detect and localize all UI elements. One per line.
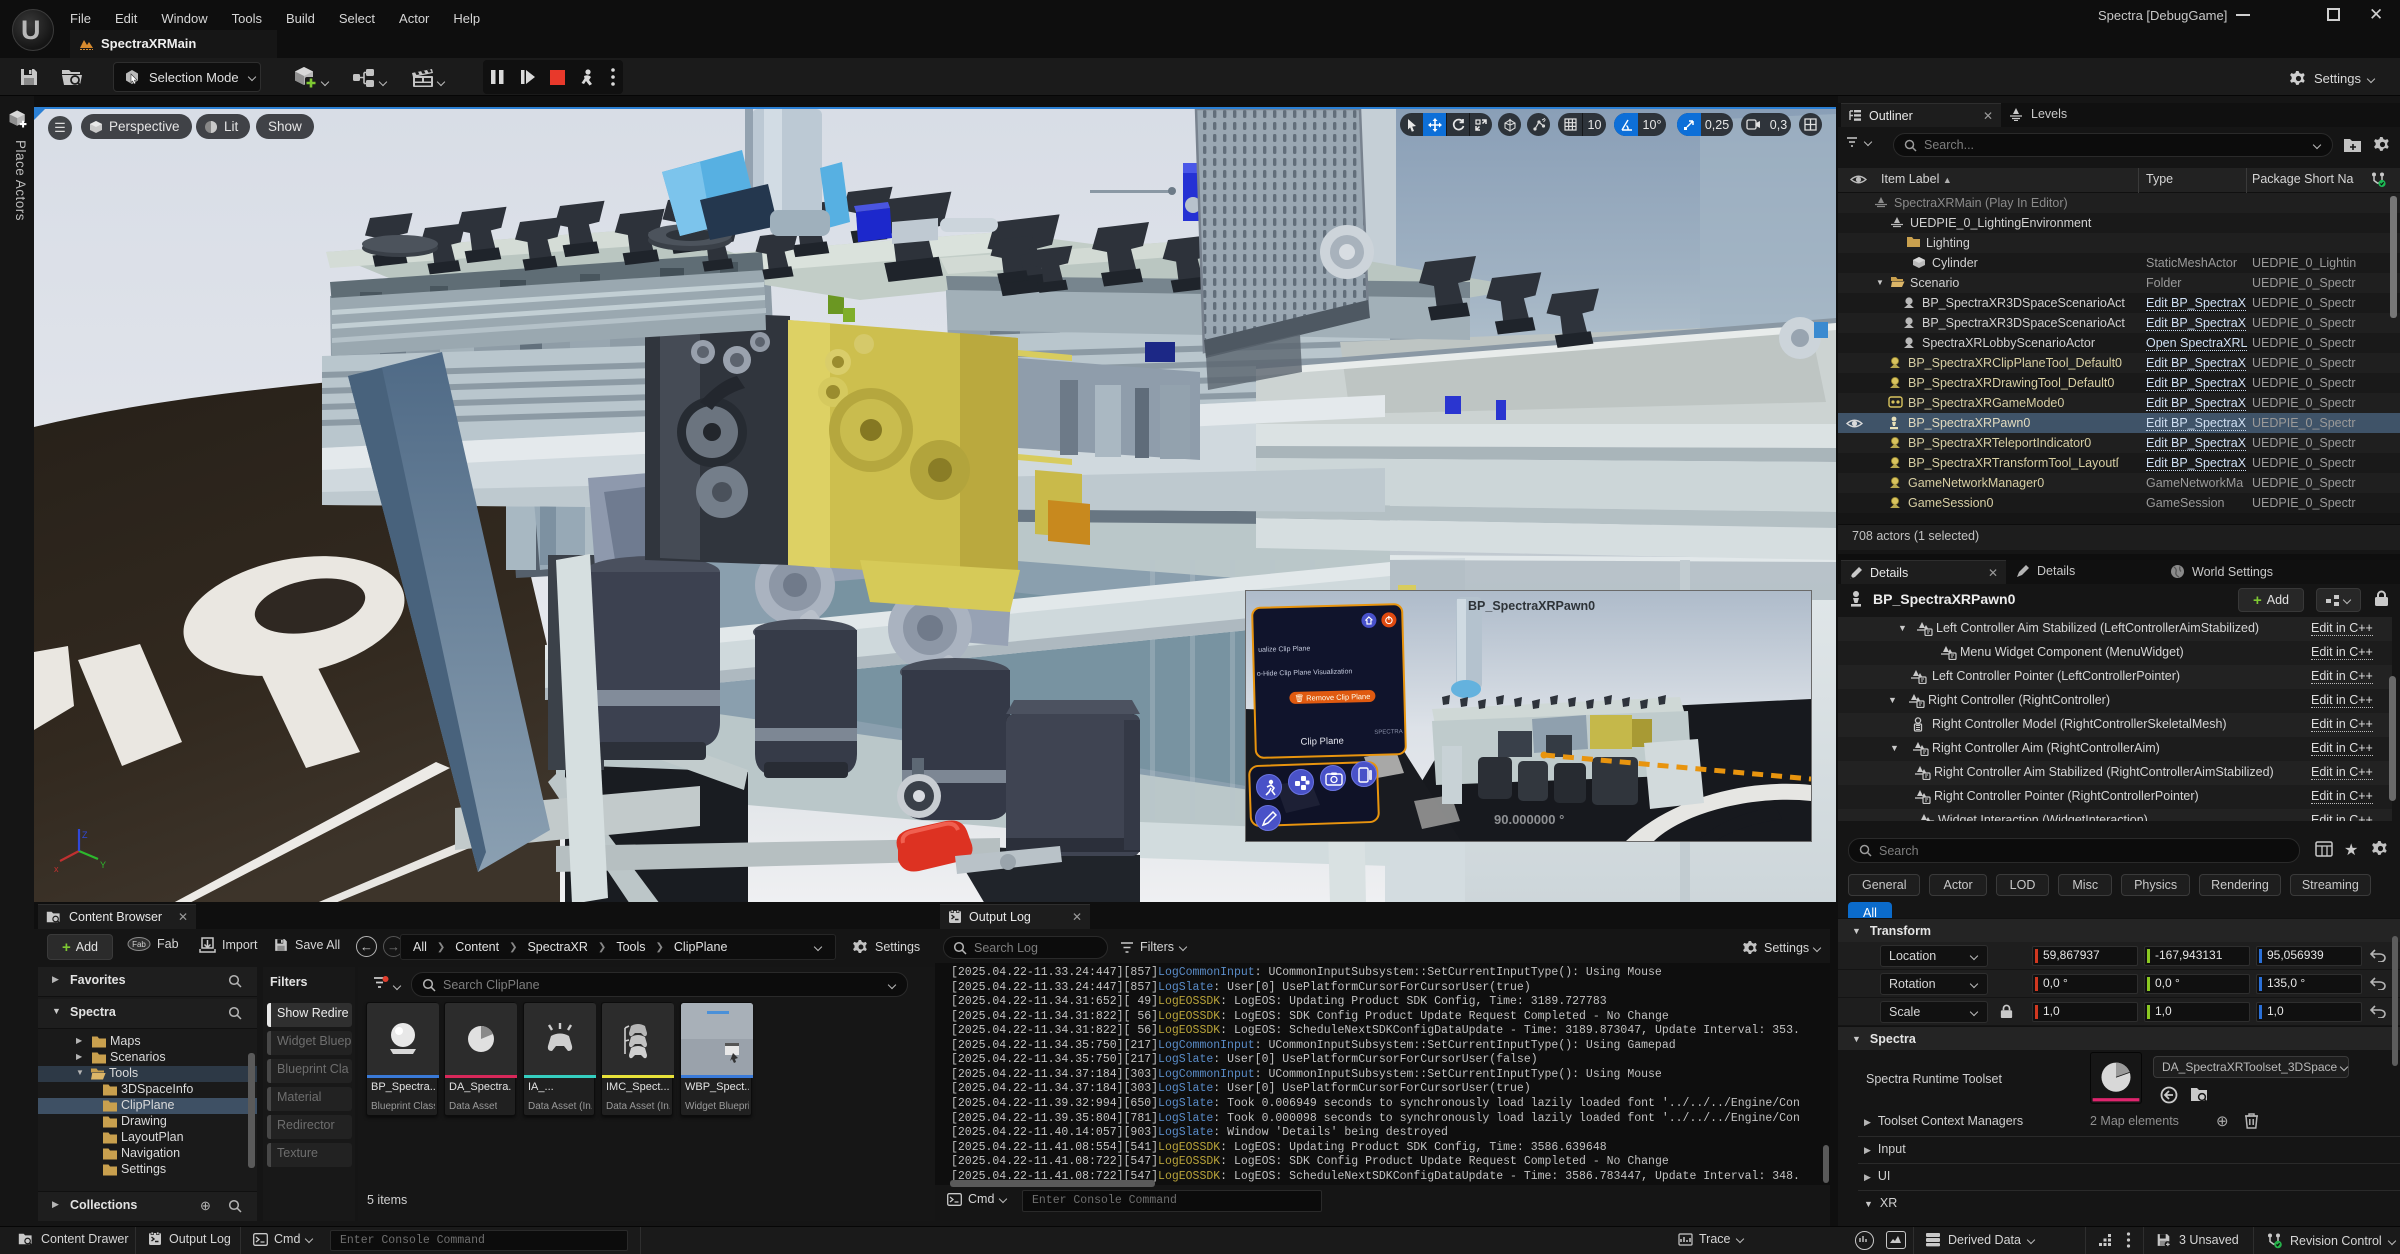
svg-text:x: x (54, 864, 59, 874)
svg-text:Y: Y (100, 860, 106, 870)
svg-text:Z: Z (82, 830, 88, 840)
svg-text:Fab: Fab (132, 940, 146, 949)
